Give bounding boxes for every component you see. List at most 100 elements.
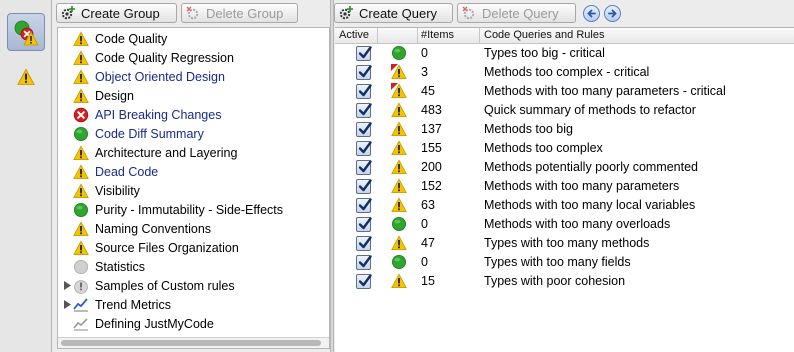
create-group-button[interactable]: Create Group	[56, 3, 177, 23]
group-item[interactable]: Defining JustMyCode	[58, 314, 329, 333]
table-row[interactable]: 45 Methods with too many parameters - cri…	[335, 82, 794, 101]
delete-query-button[interactable]: Delete Query	[457, 3, 576, 23]
rail-all-groups-button[interactable]	[7, 13, 45, 51]
group-item[interactable]: Statistics	[58, 257, 329, 276]
warning-icon	[73, 183, 89, 199]
group-item[interactable]: Visibility	[58, 181, 329, 200]
rail-warnings-button[interactable]	[7, 58, 45, 96]
group-label: Samples of Custom rules	[95, 278, 235, 293]
group-item[interactable]: Source Files Organization	[58, 238, 329, 257]
table-row[interactable]: 63 Methods with too many local variables	[335, 196, 794, 215]
table-row[interactable]: 47 Types with too many methods	[335, 234, 794, 253]
table-row[interactable]: 15 Types with poor cohesion	[335, 272, 794, 291]
warning-icon	[73, 221, 89, 237]
gear-icon	[61, 6, 75, 20]
query-name: Methods with too many parameters - criti…	[484, 84, 726, 98]
scrollbar-thumb[interactable]	[61, 340, 321, 346]
group-item[interactable]: Naming Conventions	[58, 219, 329, 238]
active-checkbox[interactable]	[356, 236, 372, 251]
table-row[interactable]: 137 Methods too big	[335, 120, 794, 139]
arrow-left-icon	[587, 9, 596, 17]
checkmark-icon	[358, 217, 372, 230]
warning-icon	[73, 50, 89, 66]
arrow-right-icon	[608, 9, 617, 17]
table-row[interactable]: 155 Methods too complex	[335, 139, 794, 158]
group-item[interactable]: Samples of Custom rules	[58, 276, 329, 295]
column-name[interactable]: Code Queries and Rules	[484, 29, 604, 41]
column-items[interactable]: #Items	[421, 29, 454, 41]
warning-icon	[391, 121, 407, 137]
table-row[interactable]: 152 Methods with too many parameters	[335, 177, 794, 196]
group-item[interactable]: Trend Metrics	[58, 295, 329, 314]
column-active[interactable]: Active	[339, 29, 369, 41]
table-row[interactable]: 3 Methods too complex - critical	[335, 63, 794, 82]
group-item[interactable]: Code Quality Regression	[58, 48, 329, 67]
groups-horizontal-scrollbar[interactable]	[58, 337, 329, 348]
disclosure-triangle-icon[interactable]	[62, 300, 72, 309]
active-checkbox[interactable]	[356, 179, 372, 194]
disclosure-triangle-icon[interactable]	[62, 281, 72, 290]
group-label: Design	[95, 88, 134, 103]
delete-group-button[interactable]: Delete Group	[181, 3, 298, 23]
gear-delete-icon	[186, 6, 200, 20]
group-item[interactable]: Dead Code	[58, 162, 329, 181]
group-item[interactable]: Code Quality	[58, 29, 329, 48]
item-count: 137	[421, 122, 442, 136]
create-query-label: Create Query	[359, 5, 438, 21]
group-item[interactable]: Design	[58, 86, 329, 105]
create-query-button[interactable]: Create Query	[334, 3, 453, 23]
checkmark-icon	[358, 274, 372, 287]
active-checkbox[interactable]	[356, 217, 372, 232]
item-count: 152	[421, 179, 442, 193]
query-name: Types with poor cohesion	[484, 274, 626, 288]
active-checkbox[interactable]	[356, 141, 372, 156]
table-row[interactable]: 0 Methods with too many overloads	[335, 215, 794, 234]
active-checkbox[interactable]	[356, 65, 372, 80]
query-name: Methods too big	[484, 122, 573, 136]
checkmark-icon	[358, 46, 372, 59]
warning-icon	[73, 164, 89, 180]
warning-icon	[391, 159, 407, 175]
warning-icon	[391, 273, 407, 289]
critical-warning-icon	[391, 64, 407, 80]
gray-circle-icon	[73, 259, 89, 275]
group-item[interactable]: Architecture and Layering	[58, 143, 329, 162]
active-checkbox[interactable]	[356, 274, 372, 289]
active-checkbox[interactable]	[356, 198, 372, 213]
group-item[interactable]: API Breaking Changes	[58, 105, 329, 124]
checkmark-icon	[358, 255, 372, 268]
query-name: Types too big - critical	[484, 46, 605, 60]
group-item[interactable]: Purity - Immutability - Side-Effects	[58, 200, 329, 219]
groups-list: Code Quality Code Quality Regression Objec…	[57, 27, 330, 349]
table-row[interactable]: 200 Methods potentially poorly commented	[335, 158, 794, 177]
table-row[interactable]: 0 Types too big - critical	[335, 44, 794, 63]
status-mix-icon	[14, 20, 39, 46]
checkmark-icon	[358, 198, 372, 211]
table-row[interactable]: 483 Quick summary of methods to refactor	[335, 101, 794, 120]
panel-splitter[interactable]	[330, 0, 334, 352]
forward-button[interactable]	[604, 4, 621, 22]
active-checkbox[interactable]	[356, 160, 372, 175]
active-checkbox[interactable]	[356, 122, 372, 137]
warning-icon	[73, 31, 89, 47]
warning-icon	[73, 69, 89, 85]
item-count: 483	[421, 103, 442, 117]
delete-query-label: Delete Query	[482, 5, 559, 21]
query-name: Methods too complex	[484, 141, 603, 155]
active-checkbox[interactable]	[356, 255, 372, 270]
checkmark-icon	[358, 84, 372, 97]
active-checkbox[interactable]	[356, 46, 372, 61]
back-button[interactable]	[583, 4, 600, 22]
gear-icon	[339, 6, 353, 20]
item-count: 200	[421, 160, 442, 174]
table-row[interactable]: 0 Types with too many fields	[335, 253, 794, 272]
group-label: Purity - Immutability - Side-Effects	[95, 202, 284, 217]
active-checkbox[interactable]	[356, 84, 372, 99]
ok-icon	[73, 126, 89, 142]
group-item[interactable]: Object Oriented Design	[58, 67, 329, 86]
group-item[interactable]: Code Diff Summary	[58, 124, 329, 143]
item-count: 15	[421, 274, 435, 288]
delete-group-label: Delete Group	[206, 5, 284, 21]
active-checkbox[interactable]	[356, 103, 372, 118]
group-label: Object Oriented Design	[95, 69, 225, 84]
